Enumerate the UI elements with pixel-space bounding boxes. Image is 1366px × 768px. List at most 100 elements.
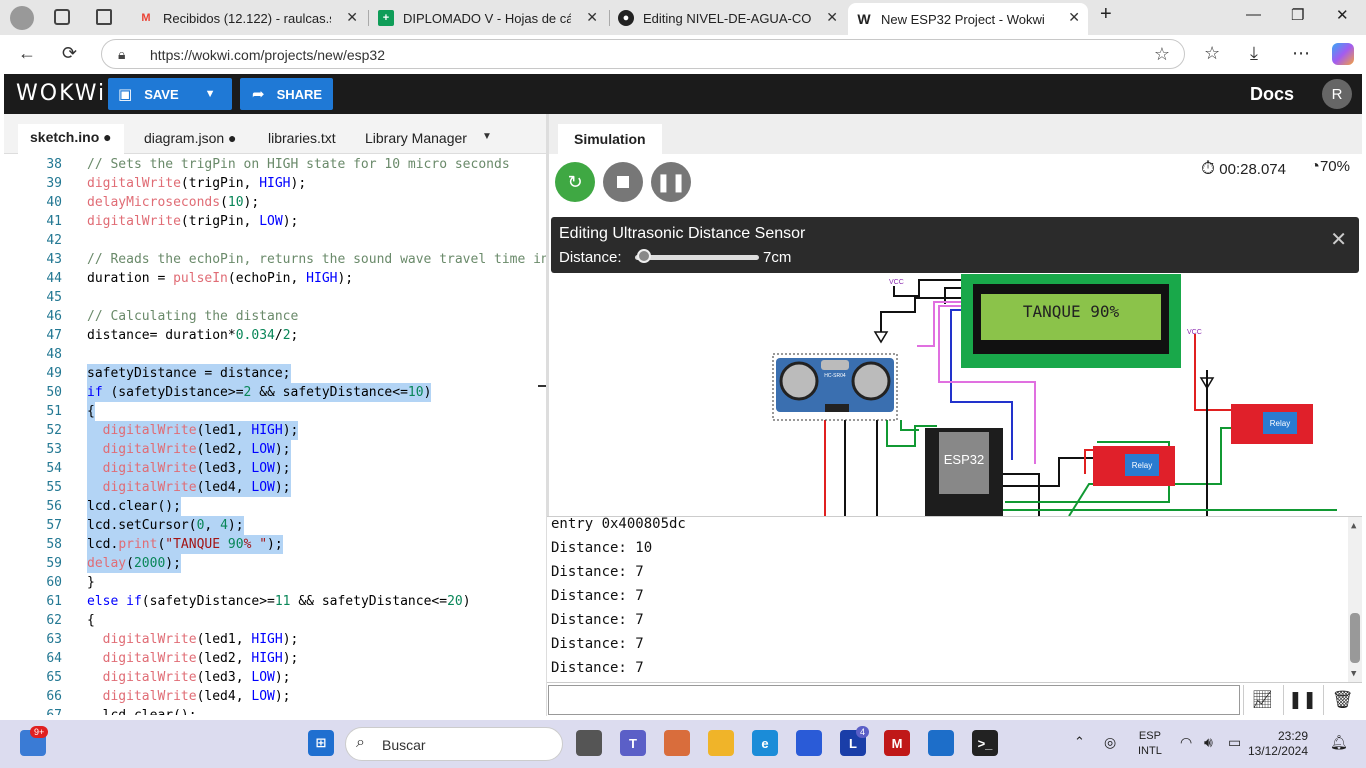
chevron-up-icon[interactable]: ⌃	[1074, 734, 1085, 750]
tab-library-manager[interactable]: Library Manager	[353, 125, 479, 151]
profile-icon[interactable]	[10, 6, 34, 30]
code-line[interactable]: 59 delay(2000);	[4, 554, 544, 573]
browser-tab-gmail[interactable]: M Recibidos (12.122) - raulcas.sotelo ✕	[130, 3, 366, 33]
scroll-down-icon[interactable]: ▼	[1351, 669, 1356, 679]
terminal-icon[interactable]: >_	[972, 730, 998, 756]
wifi-icon[interactable]: ◠	[1180, 734, 1192, 751]
close-icon[interactable]: ✕	[826, 9, 838, 26]
code-line[interactable]: 57 lcd.setCursor(0, 4);	[4, 516, 544, 535]
language-indicator[interactable]: ESP INTL	[1138, 729, 1162, 759]
close-icon[interactable]: ✕	[1330, 227, 1347, 252]
teams-icon[interactable]: T	[620, 730, 646, 756]
tab-simulation[interactable]: Simulation	[558, 124, 662, 154]
code-line[interactable]: 63 digitalWrite(led1, HIGH);	[4, 630, 544, 649]
network-status-icon[interactable]: ◎	[1104, 734, 1116, 751]
taskbar-search[interactable]: ⌕ Buscar	[345, 727, 563, 761]
code-line[interactable]: 67 lcd.clear();	[4, 706, 544, 715]
bell-icon[interactable]: 🔔︎	[1330, 734, 1348, 751]
serial-monitor[interactable]: ▲ ▼ entry 0x400805dc Distance: 10 Distance…	[547, 516, 1362, 682]
battery-icon[interactable]: ▭	[1228, 734, 1241, 751]
clear-serial-button[interactable]: 🗑︎	[1323, 685, 1361, 715]
code-line[interactable]: 56 lcd.clear();	[4, 497, 544, 516]
scrollbar-thumb[interactable]	[1350, 613, 1360, 663]
code-line[interactable]: 39 digitalWrite(trigPin, HIGH);	[4, 174, 544, 193]
code-editor[interactable]: 38 // Sets the trigPin on HIGH state for …	[4, 155, 546, 715]
pause-button[interactable]: ❚❚	[651, 162, 691, 202]
browser-tab-sheets[interactable]: + DIPLOMADO V - Hojas de cálculo ✕	[370, 3, 606, 33]
start-icon[interactable]: ⊞	[308, 730, 334, 756]
tab-libraries-txt[interactable]: libraries.txt	[256, 125, 348, 151]
more-icon[interactable]: ⋯	[1292, 43, 1310, 64]
circuit-diagram[interactable]: VCC VCC TANQUE 90% HC-SR04 ESP32 Relay R…	[549, 274, 1362, 516]
serial-input[interactable]	[548, 685, 1240, 715]
code-line[interactable]: 55 digitalWrite(led4, LOW);	[4, 478, 544, 497]
simulation-area[interactable]: ↻ ❚❚ ⏱ 00:28.074 ◔70% VCC VCC TANQUE 90%…	[549, 154, 1362, 516]
maximize-button[interactable]: ❐	[1291, 6, 1304, 24]
code-line[interactable]: 53 digitalWrite(led2, LOW);	[4, 440, 544, 459]
code-line[interactable]: 38 // Sets the trigPin on HIGH state for …	[4, 155, 544, 174]
code-line[interactable]: 42	[4, 231, 544, 250]
code-line[interactable]: 46 // Calculating the distance	[4, 307, 544, 326]
close-icon[interactable]: ✕	[586, 9, 598, 26]
close-window-button[interactable]: ✕	[1336, 6, 1349, 24]
scroll-up-icon[interactable]: ▲	[1351, 521, 1356, 531]
code-line[interactable]: 65 digitalWrite(led3, LOW);	[4, 668, 544, 687]
close-icon[interactable]: ✕	[346, 9, 358, 26]
save-button[interactable]: ▣ SAVE ▼	[108, 78, 232, 110]
code-line[interactable]: 44 duration = pulseIn(echoPin, HIGH);	[4, 269, 544, 288]
task-view-icon[interactable]	[576, 730, 602, 756]
star-icon[interactable]: ☆	[1154, 44, 1170, 65]
serial-scrollbar[interactable]: ▲ ▼	[1348, 517, 1362, 682]
browser-tab-github[interactable]: ● Editing NIVEL-DE-AGUA-CON-LCD ✕	[610, 3, 846, 33]
close-icon[interactable]: ✕	[1068, 9, 1080, 26]
code-line[interactable]: 62 {	[4, 611, 544, 630]
tabs-menu-chevron-icon[interactable]: ▼	[482, 131, 492, 142]
back-arrow-icon[interactable]: ←	[18, 43, 36, 64]
distance-slider-handle[interactable]	[636, 249, 651, 263]
tab-diagram-json[interactable]: diagram.json ●	[132, 125, 249, 151]
code-line[interactable]: 50 if (safetyDistance>=2 && safetyDistanc…	[4, 383, 544, 402]
url-box[interactable]: 🔒︎ https://wokwi.com/projects/new/esp32 …	[101, 39, 1185, 69]
code-line[interactable]: 49 safetyDistance = distance;	[4, 364, 544, 383]
chevron-down-icon[interactable]: ▼	[205, 88, 216, 100]
docs-link[interactable]: Docs	[1250, 84, 1294, 105]
notepad-icon[interactable]	[928, 730, 954, 756]
code-line[interactable]: 54 digitalWrite(led3, LOW);	[4, 459, 544, 478]
code-line[interactable]: 66 digitalWrite(led4, LOW);	[4, 687, 544, 706]
code-line[interactable]: 61 else if(safetyDistance>=11 && safetyDi…	[4, 592, 544, 611]
copilot-app-icon[interactable]	[664, 730, 690, 756]
copilot-icon[interactable]	[1332, 43, 1354, 65]
code-line[interactable]: 58 lcd.print("TANQUE 90% ");	[4, 535, 544, 554]
workspaces-icon[interactable]	[54, 9, 70, 25]
code-line[interactable]: 47 distance= duration*0.034/2;	[4, 326, 544, 345]
code-line[interactable]: 64 digitalWrite(led2, HIGH);	[4, 649, 544, 668]
minimize-button[interactable]: —	[1246, 6, 1261, 23]
distance-slider[interactable]	[635, 255, 759, 260]
pause-serial-button[interactable]: ❚❚	[1283, 685, 1321, 715]
code-line[interactable]: 52 digitalWrite(led1, HIGH);	[4, 421, 544, 440]
code-line[interactable]: 40 delayMicroseconds(10);	[4, 193, 544, 212]
file-explorer-icon[interactable]	[708, 730, 734, 756]
avatar[interactable]: R	[1322, 79, 1352, 109]
plotter-button[interactable]: 📈︎	[1243, 685, 1281, 715]
tab-sketch-ino[interactable]: sketch.ino ●	[18, 124, 124, 154]
code-line[interactable]: 48	[4, 345, 544, 364]
taskbar-clock[interactable]: 23:29 13/12/2024	[1248, 729, 1308, 759]
code-line[interactable]: 43 // Reads the echoPin, returns the soun…	[4, 250, 546, 269]
favorites-icon[interactable]: ☆	[1204, 43, 1220, 64]
stop-button[interactable]	[603, 162, 643, 202]
browser-tab-wokwi[interactable]: W New ESP32 Project - Wokwi Simulator ✕	[848, 3, 1088, 35]
edge-icon[interactable]: e	[752, 730, 778, 756]
code-line[interactable]: 51 {	[4, 402, 544, 421]
reload-icon[interactable]: ⟳	[62, 43, 77, 64]
downloads-icon[interactable]: ⤓	[1250, 43, 1258, 64]
store-icon[interactable]	[796, 730, 822, 756]
share-button[interactable]: ➦ SHARE	[240, 78, 333, 110]
code-line[interactable]: 41 digitalWrite(trigPin, LOW);	[4, 212, 544, 231]
volume-icon[interactable]: 🔊︎	[1204, 734, 1213, 751]
tab-actions-icon[interactable]	[96, 9, 112, 25]
code-line[interactable]: 45	[4, 288, 544, 307]
restart-button[interactable]: ↻	[555, 162, 595, 202]
mcafee-icon[interactable]: M	[884, 730, 910, 756]
wokwi-logo[interactable]: WOKWi	[16, 81, 106, 106]
